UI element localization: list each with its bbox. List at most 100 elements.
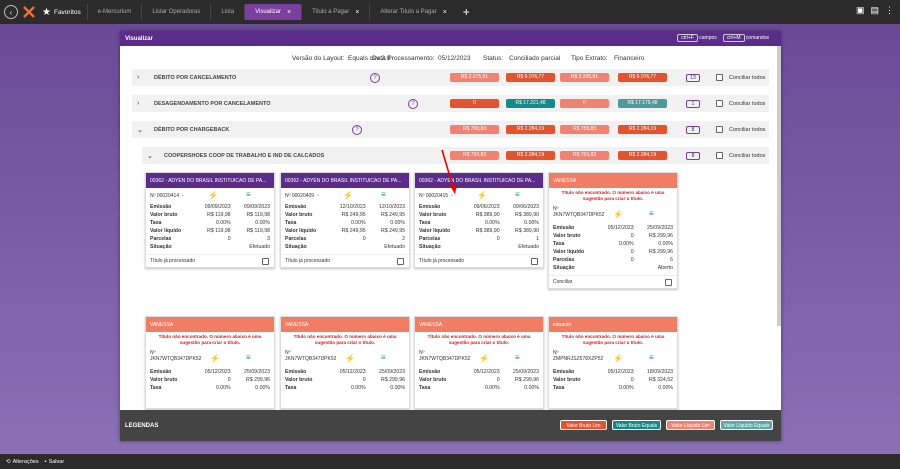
close-tab-icon[interactable]: ×	[355, 9, 359, 16]
tab-visualizar[interactable]: Visualizar ×	[244, 4, 302, 20]
status-label: Status:	[483, 55, 504, 62]
salvar-button[interactable]: ▪ Salvar	[45, 459, 65, 465]
scrollbar[interactable]	[777, 46, 781, 326]
table-row: Valor bruto 0 R$ 299,96	[285, 376, 405, 384]
close-tab-icon[interactable]: ×	[287, 9, 291, 16]
values-table: Emissão 05/12/2023 25/09/2023 Valor bruto 0 R…	[415, 368, 543, 392]
table-row: Parcelas 0 2	[285, 235, 405, 243]
table-row: Parcelas 0 1	[419, 235, 539, 243]
help-icon[interactable]: ?	[352, 124, 362, 135]
footer-text: Conciliar	[553, 279, 573, 285]
field-value: 25/09/2023	[513, 369, 539, 375]
conciliar-checkbox[interactable]	[665, 279, 672, 286]
equals-icon[interactable]: ≡	[649, 353, 654, 362]
title-card[interactable]: 00362 - ADYEN DO BRASIL INSTITUICAO DE P…	[145, 172, 275, 268]
title-card[interactable]: 00362 - ADYEN DO BRASIL INSTITUICAO DE P…	[280, 172, 410, 268]
tab-titulo-a-pagar[interactable]: Titulo a Pagar ×	[301, 4, 369, 20]
field-value: 0.00%	[618, 241, 634, 247]
bolt-icon[interactable]: ⚡	[208, 191, 218, 200]
table-row: Taxa 0.00% 0.00%	[553, 384, 673, 392]
field-label: Valor líquido	[285, 228, 317, 234]
conciliar-todos-checkbox[interactable]	[716, 126, 723, 133]
title-card[interactable]: VANESSA Título não encontrado. O número a…	[414, 316, 544, 409]
value-pill: 0	[560, 99, 609, 108]
chevron-icon[interactable]: ›	[137, 74, 139, 81]
values-table: Emissão 05/12/2023 25/09/2023 Valor bruto 0 R…	[281, 368, 409, 392]
field-value: 3	[267, 236, 270, 242]
equals-icon[interactable]: ≡	[381, 353, 386, 362]
title-number: Nº 00020414	[150, 192, 180, 199]
field-label: Valor bruto	[553, 233, 581, 239]
new-tab-icon[interactable]: +	[463, 5, 470, 19]
field-label: Taxa	[150, 220, 162, 226]
bolt-icon[interactable]: ⚡	[210, 354, 220, 363]
field-label: Situação	[419, 244, 441, 250]
help-icon[interactable]: ?	[408, 98, 418, 109]
equals-icon[interactable]: ≡	[246, 353, 251, 362]
equals-icon[interactable]: ≡	[246, 190, 251, 199]
bolt-icon[interactable]: ⚡	[479, 354, 489, 363]
back-icon[interactable]: ‹	[4, 5, 18, 19]
group-row[interactable]: › DÉBITO POR CANCELAMENTO? R$ 2.275,91 R$ 6…	[132, 69, 769, 86]
chevron-icon[interactable]: ›	[137, 100, 139, 107]
field-label: Situação	[553, 265, 575, 271]
values-table: Emissão 05/12/2023 18/09/2023 Valor bruto 0 R…	[549, 368, 677, 392]
alteracoes-button[interactable]: ⟲ Alterações	[6, 459, 39, 465]
bolt-icon[interactable]: ⚡	[613, 354, 623, 363]
field-value: 0.00%	[658, 385, 673, 391]
conciliar-checkbox[interactable]	[262, 258, 269, 265]
values-table: Emissão 05/12/2023 25/09/2023 Valor bruto 0 R…	[549, 224, 677, 272]
group-row[interactable]: › DESAGENDAMENTO POR CANCELAMENTO? 0 R$ 17.…	[132, 95, 769, 112]
red-arrow-annotation	[441, 149, 457, 194]
chevron-icon[interactable]: ⌄	[147, 152, 153, 160]
bolt-icon[interactable]: ⚡	[345, 354, 355, 363]
tab-emercurium[interactable]: e-Mercurium	[86, 4, 142, 20]
chevron-icon[interactable]: ⌄	[137, 126, 143, 134]
legend-liquido-lim[interactable]: Valor Líquido Lim	[666, 420, 715, 430]
equals-icon[interactable]: ≡	[515, 353, 520, 362]
title-card[interactable]: VANESSA Título não encontrado. O número a…	[280, 316, 410, 409]
title-card[interactable]: eduardo Título não encontrado. O número a…	[548, 316, 678, 409]
conciliar-checkbox[interactable]	[397, 258, 404, 265]
favorites-button[interactable]: ★ Favoritos	[42, 7, 81, 18]
legend-bruto-lim[interactable]: Valor Bruto Lim	[560, 420, 607, 430]
conciliar-todos-checkbox[interactable]	[716, 74, 723, 81]
copy-icon[interactable]: ▫	[182, 193, 184, 199]
field-value: 25/09/2023	[379, 369, 405, 375]
info-bar: Versão do Layout: Equals csv 2.0 Data Pr…	[120, 55, 781, 65]
more-icon[interactable]: ⋮	[885, 5, 894, 16]
conciliar-todos-checkbox[interactable]	[716, 152, 723, 159]
bolt-icon[interactable]: ⚡	[477, 191, 487, 200]
group-row[interactable]: ⌄ DÉBITO POR CHARGEBACK? R$ 759,83 R$ 2.284…	[132, 121, 769, 138]
legend-liquido-equals[interactable]: Valor Líquido Equals	[720, 420, 773, 430]
title-card[interactable]: 00362 - ADYEN DO BRASIL INSTITUICAO DE P…	[414, 172, 544, 268]
field-value: Efetuado	[384, 244, 405, 250]
tab-lista[interactable]: Lista	[210, 4, 244, 20]
help-icon[interactable]: ?	[370, 72, 380, 83]
bolt-icon[interactable]: ⚡	[613, 210, 623, 219]
title-number: Nº 00020409	[285, 192, 315, 199]
equals-icon[interactable]: ≡	[515, 190, 520, 199]
proc-label: Data Processamento:	[372, 55, 435, 62]
value-pill: R$ 759,83	[560, 151, 609, 160]
title-card[interactable]: VANESSA Título não encontrado. O número a…	[145, 316, 275, 409]
close-tab-icon[interactable]: ×	[443, 9, 447, 16]
title-card[interactable]: VANESSA Título não encontrado. O número a…	[548, 172, 678, 289]
chat-icon[interactable]: ▤	[870, 5, 879, 16]
equals-icon[interactable]: ≡	[381, 190, 386, 199]
field-value: R$ 324,52	[649, 377, 673, 383]
equals-icon[interactable]: ≡	[649, 209, 654, 218]
field-value: R$ 299,96	[649, 233, 673, 239]
tab-listar-operadoras[interactable]: Listar Operadoras	[141, 4, 210, 20]
value-pill: R$ 2.284,19	[506, 125, 555, 134]
field-value: 12/10/2023	[379, 204, 405, 210]
value-pill: R$ 6.076,77	[618, 73, 667, 82]
field-value: 0	[630, 233, 634, 239]
conciliar-checkbox[interactable]	[531, 258, 538, 265]
conciliar-todos-checkbox[interactable]	[716, 100, 723, 107]
copy-icon[interactable]: ▫	[317, 193, 319, 199]
calendar-check-icon[interactable]: ▣	[856, 5, 865, 16]
bolt-icon[interactable]: ⚡	[343, 191, 353, 200]
tab-alterar-titulo[interactable]: Alterar Titulo a Pagar ×	[369, 4, 456, 20]
legend-bruto-equals[interactable]: Valor Bruto Equals	[612, 420, 661, 430]
